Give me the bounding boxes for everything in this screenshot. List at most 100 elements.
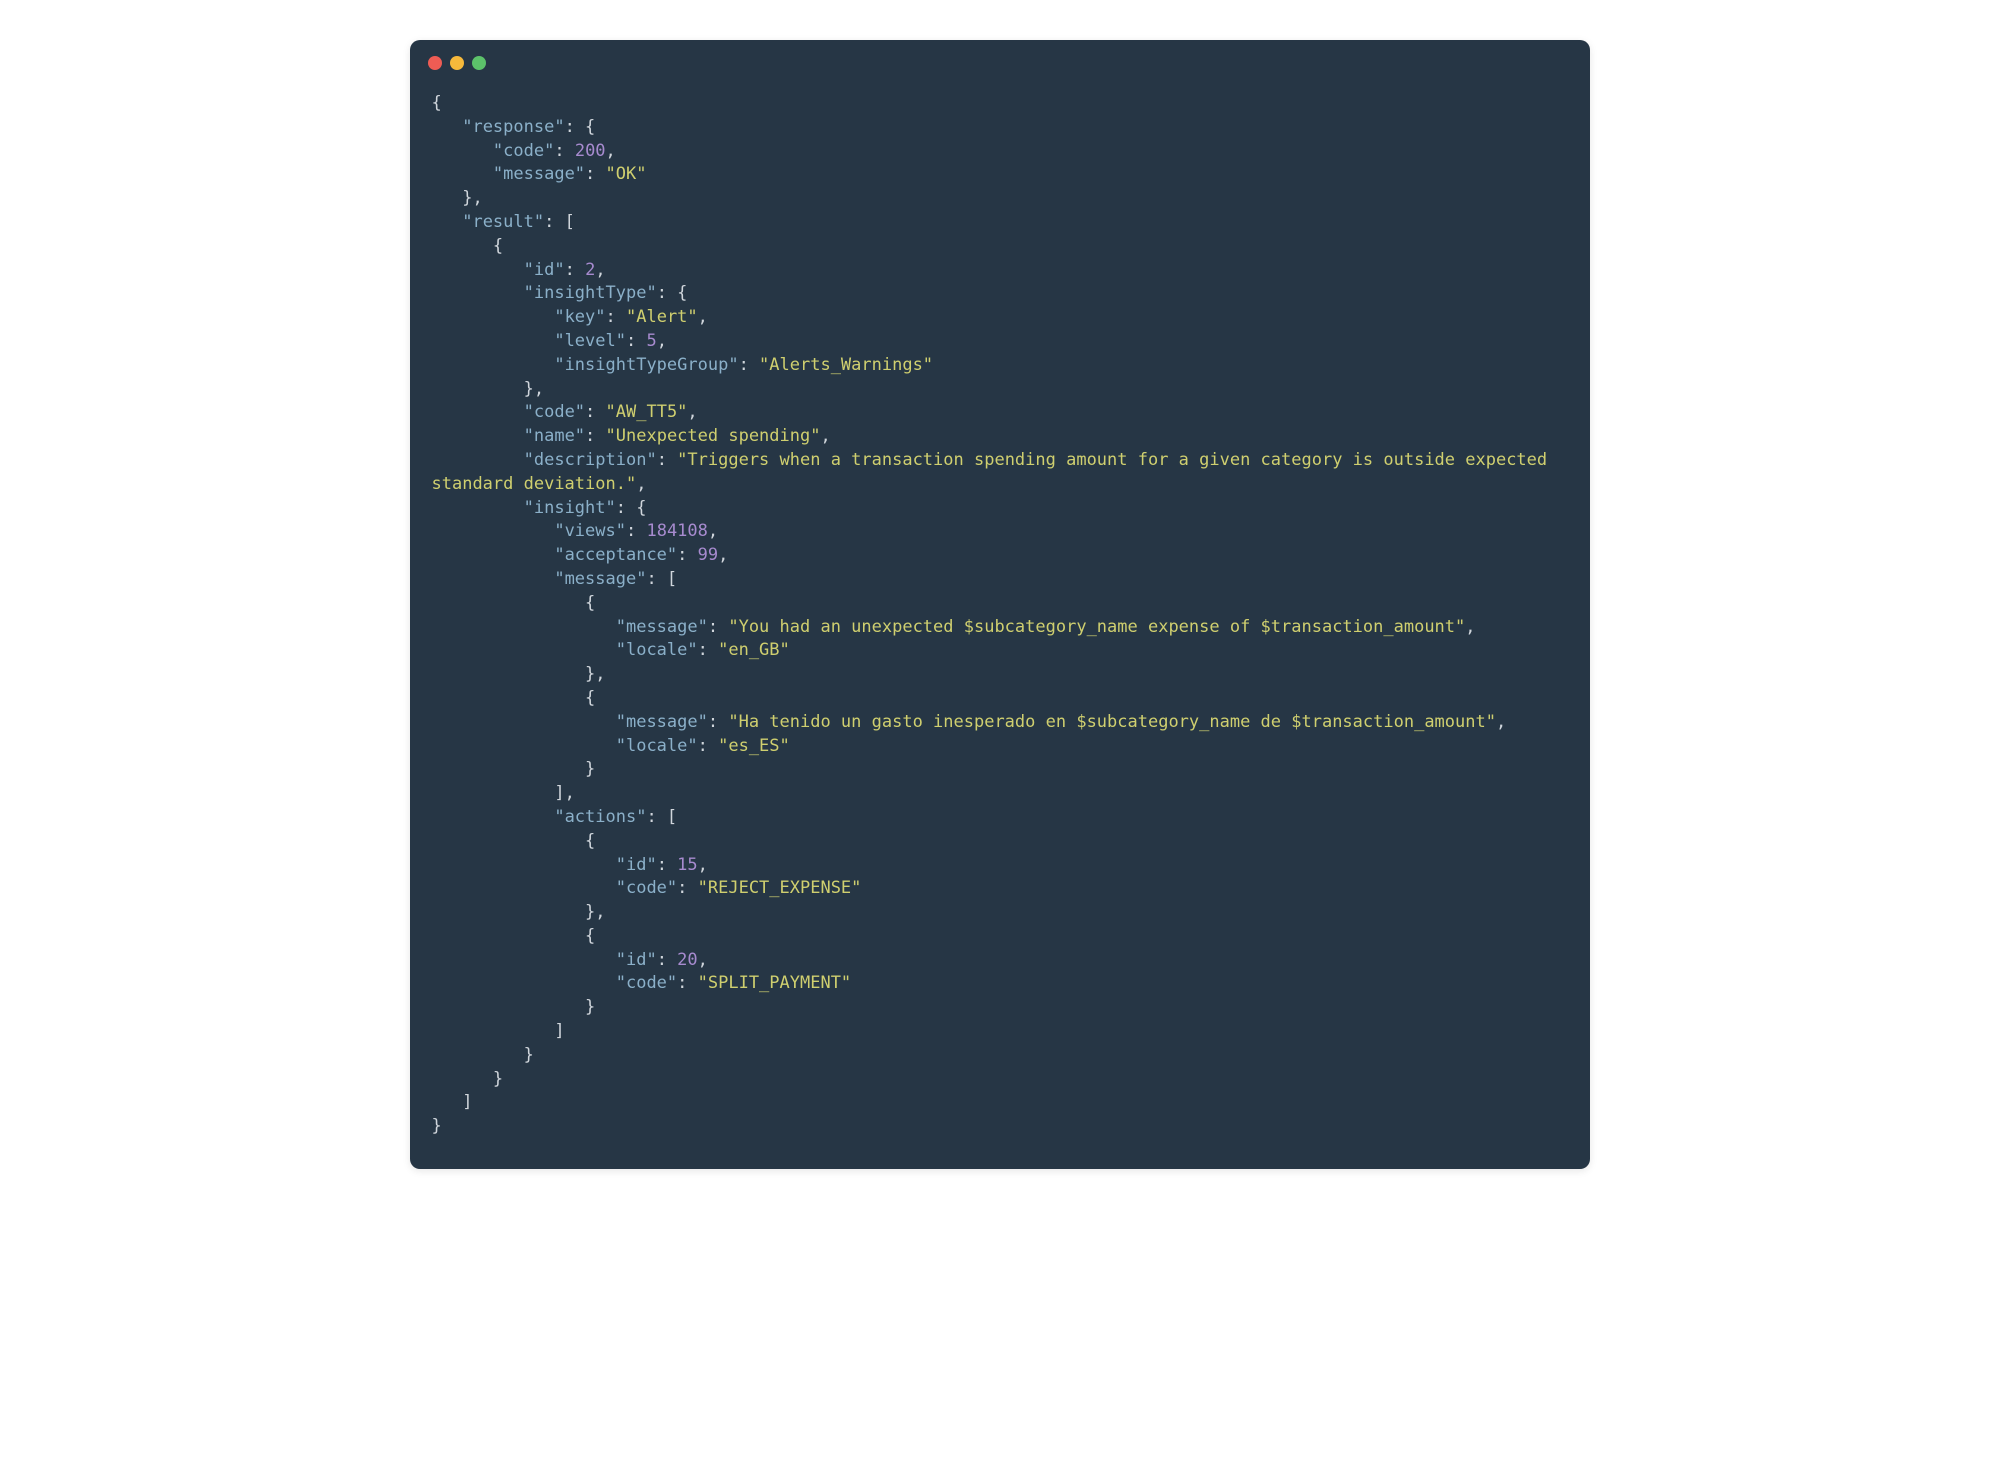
json-punct <box>432 260 524 280</box>
json-key: "response" <box>462 117 564 137</box>
json-punct: , <box>606 141 616 161</box>
json-number: 15 <box>677 855 697 875</box>
json-key: "message" <box>616 617 708 637</box>
code-line: "locale": "es_ES" <box>432 735 1568 759</box>
json-punct: : <box>554 141 574 161</box>
json-key: "message" <box>554 569 646 589</box>
json-punct: : [ <box>544 212 575 232</box>
code-line: "acceptance": 99, <box>432 544 1568 568</box>
json-key: "locale" <box>616 640 698 660</box>
json-punct <box>432 283 524 303</box>
json-punct <box>432 950 616 970</box>
json-punct: }, <box>432 379 545 399</box>
json-key: "insight" <box>524 498 616 518</box>
json-punct <box>432 426 524 446</box>
json-punct <box>432 569 555 589</box>
code-line: "id": 20, <box>432 949 1568 973</box>
json-punct: : <box>677 878 697 898</box>
json-key: "insightType" <box>524 283 657 303</box>
json-key: "acceptance" <box>554 545 677 565</box>
json-punct: }, <box>432 188 483 208</box>
json-punct: } <box>432 1116 442 1136</box>
json-punct <box>432 498 524 518</box>
code-line: "code": "REJECT_EXPENSE" <box>432 877 1568 901</box>
json-punct: ] <box>432 1021 565 1041</box>
json-punct: , <box>820 426 830 446</box>
json-punct: , <box>1465 617 1475 637</box>
code-line: } <box>432 758 1568 782</box>
json-punct: : <box>708 617 728 637</box>
json-punct: } <box>432 1045 534 1065</box>
json-key: "code" <box>524 402 585 422</box>
code-line: "key": "Alert", <box>432 306 1568 330</box>
code-line: ] <box>432 1091 1568 1115</box>
code-line: { <box>432 92 1568 116</box>
json-key: "description" <box>524 450 657 470</box>
json-key: "message" <box>493 164 585 184</box>
json-key: "insightTypeGroup" <box>554 355 738 375</box>
json-punct <box>432 973 616 993</box>
json-number: 2 <box>585 260 595 280</box>
json-punct <box>432 855 616 875</box>
json-key: "id" <box>616 855 657 875</box>
json-punct <box>432 141 493 161</box>
code-line: { <box>432 925 1568 949</box>
json-punct: : <box>657 450 677 470</box>
json-punct: { <box>432 688 596 708</box>
code-line: "message": [ <box>432 568 1568 592</box>
json-code-block: { "response": { "code": 200, "message": … <box>410 78 1590 1169</box>
json-punct: : <box>698 736 718 756</box>
code-line: { <box>432 687 1568 711</box>
json-punct <box>432 878 616 898</box>
json-key: "message" <box>616 712 708 732</box>
json-key: "name" <box>524 426 585 446</box>
code-line: } <box>432 1044 1568 1068</box>
code-line: "insightType": { <box>432 282 1568 306</box>
json-punct: : <box>698 640 718 660</box>
json-string: "Alerts_Warnings" <box>759 355 933 375</box>
json-string: "Alert" <box>626 307 698 327</box>
json-punct: }, <box>432 902 606 922</box>
json-punct: ], <box>432 783 575 803</box>
code-line: "locale": "en_GB" <box>432 639 1568 663</box>
code-line: "code": "SPLIT_PAYMENT" <box>432 972 1568 996</box>
json-punct: : <box>565 260 585 280</box>
json-punct: } <box>432 997 596 1017</box>
json-punct <box>432 331 555 351</box>
maximize-icon[interactable] <box>472 56 486 70</box>
json-punct: , <box>698 307 708 327</box>
json-punct: : [ <box>646 569 677 589</box>
json-punct: : { <box>565 117 596 137</box>
code-line: "message": "OK" <box>432 163 1568 187</box>
json-punct: , <box>718 545 728 565</box>
json-punct: { <box>432 593 596 613</box>
json-number: 99 <box>698 545 718 565</box>
json-punct <box>432 712 616 732</box>
json-punct: : <box>677 545 697 565</box>
json-punct <box>432 640 616 660</box>
json-string: "You had an unexpected $subcategory_name… <box>728 617 1465 637</box>
code-line: }, <box>432 187 1568 211</box>
json-punct: : <box>677 973 697 993</box>
json-key: "id" <box>616 950 657 970</box>
json-punct: : <box>657 855 677 875</box>
json-string: "REJECT_EXPENSE" <box>698 878 862 898</box>
minimize-icon[interactable] <box>450 56 464 70</box>
code-line: { <box>432 235 1568 259</box>
json-key: "key" <box>554 307 605 327</box>
code-line: { <box>432 592 1568 616</box>
json-punct: : <box>585 402 605 422</box>
json-key: "code" <box>616 973 677 993</box>
close-icon[interactable] <box>428 56 442 70</box>
json-punct: , <box>698 950 708 970</box>
json-punct: , <box>657 331 667 351</box>
json-punct: : <box>626 331 646 351</box>
json-punct: , <box>708 521 718 541</box>
json-punct: : <box>626 521 646 541</box>
code-line: "id": 2, <box>432 259 1568 283</box>
code-line: "id": 15, <box>432 854 1568 878</box>
json-string: "AW_TT5" <box>606 402 688 422</box>
code-line: "actions": [ <box>432 806 1568 830</box>
json-string: "en_GB" <box>718 640 790 660</box>
json-punct: : <box>657 950 677 970</box>
